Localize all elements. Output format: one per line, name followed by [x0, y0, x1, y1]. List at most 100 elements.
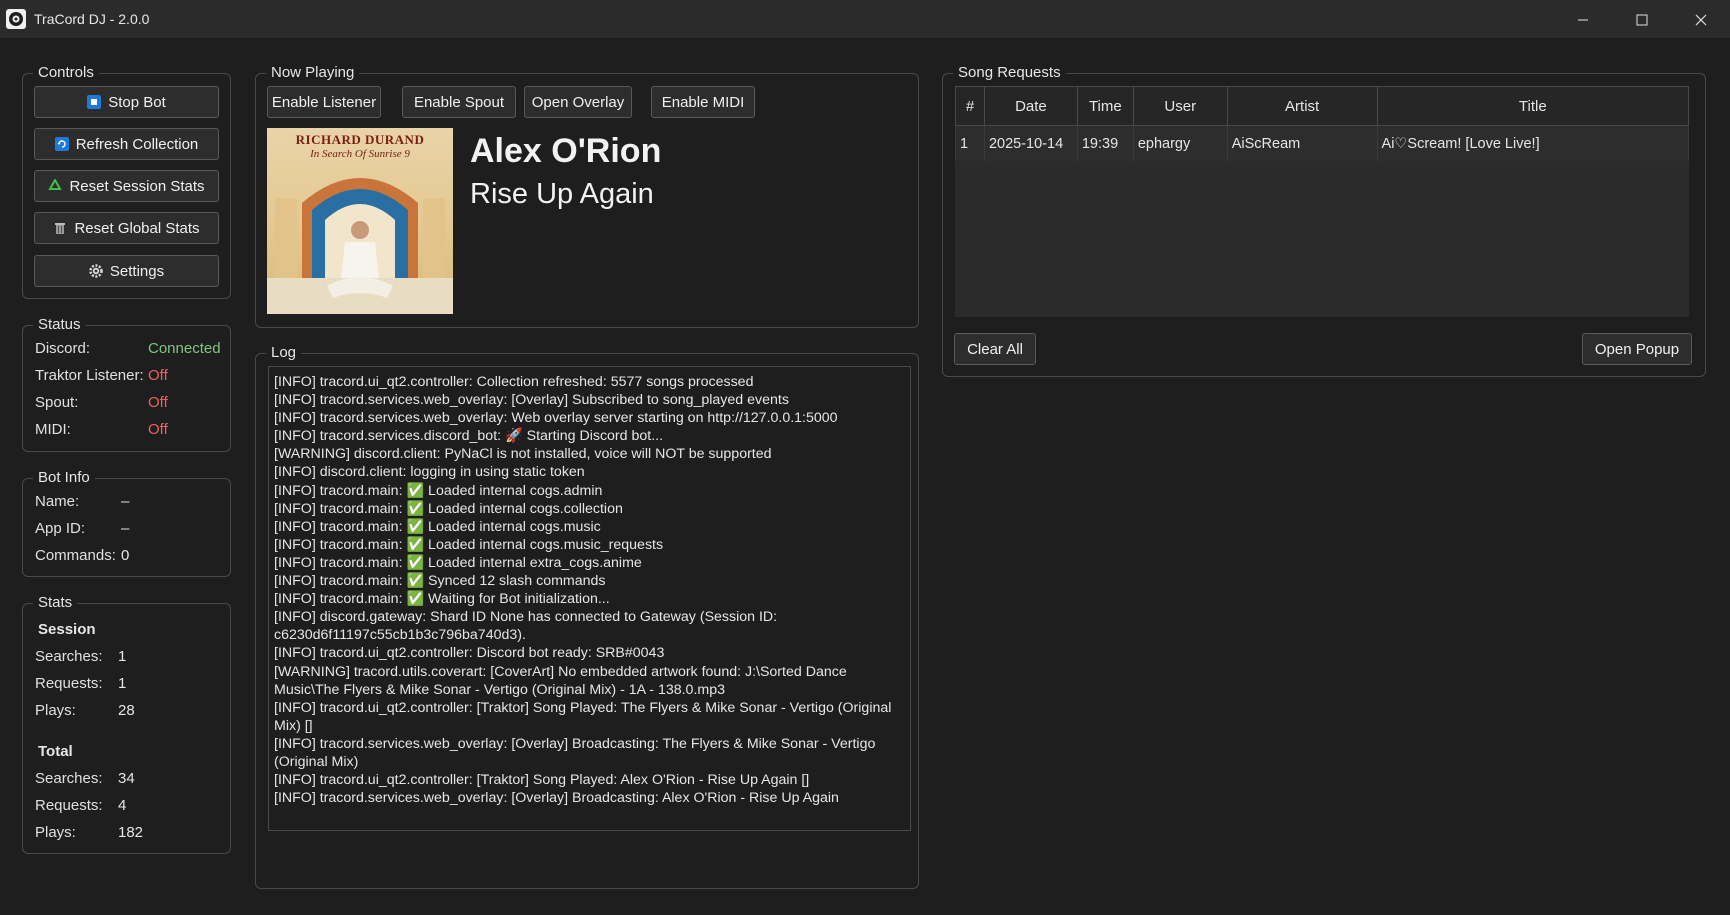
gear-icon: [89, 264, 103, 278]
log-line: [INFO] tracord.ui_qt2.controller: [Trakt…: [274, 772, 810, 789]
cell-title: Ai♡Scream! [Love Live!]: [1376, 125, 1690, 162]
enable-listener-label: Enable Listener: [271, 93, 377, 111]
reset-session-stats-button[interactable]: Reset Session Stats: [34, 170, 219, 202]
minimize-button[interactable]: [1553, 0, 1612, 39]
app-id-value: –: [121, 520, 130, 537]
table-empty-area: [955, 161, 1689, 317]
enable-spout-label: Enable Spout: [413, 93, 505, 111]
window-title: TraCord DJ - 2.0.0: [34, 11, 150, 27]
log-line: [INFO] tracord.services.web_overlay: Web…: [274, 410, 838, 427]
log-line: [WARNING] discord.client: PyNaCl is not …: [274, 446, 772, 463]
recycle-icon: [48, 179, 63, 193]
open-popup-button[interactable]: Open Popup: [1582, 333, 1692, 365]
total-searches-value: 34: [118, 770, 135, 787]
track-artist: Alex O'Rion: [470, 132, 662, 170]
log-line: [INFO] tracord.ui_qt2.controller: [Trakt…: [274, 699, 896, 734]
log-line: [INFO] tracord.main: ✅ Waiting for Bot i…: [274, 591, 610, 608]
log-line: [INFO] tracord.main: ✅ Loaded internal c…: [274, 500, 623, 517]
session-plays-value: 28: [118, 702, 135, 719]
settings-button[interactable]: Settings: [34, 255, 219, 287]
log-line: [INFO] tracord.services.web_overlay: [Ov…: [274, 790, 839, 807]
cell-time: 19:39: [1076, 125, 1134, 162]
cover-art-illustration: [267, 178, 453, 314]
traktor-status-label: Traktor Listener:: [35, 367, 144, 384]
title-bar: TraCord DJ - 2.0.0: [0, 0, 1730, 39]
session-searches-value: 1: [118, 648, 127, 665]
bot-info-title: Bot Info: [33, 469, 95, 487]
spout-status-value: Off: [148, 394, 168, 411]
settings-label: Settings: [109, 262, 165, 280]
open-overlay-button[interactable]: Open Overlay: [524, 86, 632, 118]
discord-status-label: Discord:: [35, 340, 91, 357]
stop-bot-button[interactable]: Stop Bot: [34, 86, 219, 118]
log-line: [INFO] discord.client: logging in using …: [274, 464, 585, 481]
log-line: [INFO] tracord.main: ✅ Synced 12 slash c…: [274, 573, 606, 590]
stats-group: Stats Session Searches: 1 Requests: 1 Play…: [22, 594, 231, 854]
cell-artist: AiScReam: [1226, 125, 1378, 162]
reset-global-stats-button[interactable]: Reset Global Stats: [34, 212, 219, 244]
log-title: Log: [266, 344, 302, 362]
log-line: [INFO] tracord.services.discord_bot: 🚀 S…: [274, 428, 664, 445]
song-requests-title: Song Requests: [953, 64, 1066, 82]
cell-number: 1: [955, 125, 985, 162]
bot-name-value: –: [121, 493, 130, 510]
clear-all-button[interactable]: Clear All: [954, 333, 1036, 365]
reset-session-stats-label: Reset Session Stats: [69, 177, 205, 195]
log-group: Log [INFO] tracord.ui_qt2.controller: Co…: [255, 344, 919, 889]
album-cover: RICHARD DURAND In Search Of Sunrise 9: [267, 128, 453, 314]
controls-group: Controls Stop Bot Refresh Collection Res…: [22, 64, 231, 299]
now-playing-title: Now Playing: [266, 64, 360, 82]
log-line: [INFO] tracord.main: ✅ Loaded internal c…: [274, 518, 601, 535]
log-line: [INFO] tracord.main: ✅ Loaded internal c…: [274, 536, 664, 553]
enable-listener-button[interactable]: Enable Listener: [267, 86, 381, 118]
log-line: [WARNING] tracord.utils.coverart: [Cover…: [274, 663, 851, 698]
column-header-user[interactable]: User: [1132, 86, 1228, 126]
cell-date: 2025-10-14: [983, 125, 1078, 162]
column-header-time[interactable]: Time: [1076, 86, 1134, 126]
song-requests-group: Song Requests # Date Time User Artist Ti…: [942, 64, 1706, 377]
refresh-collection-label: Refresh Collection: [75, 135, 199, 153]
controls-title: Controls: [33, 64, 99, 82]
total-requests-label: Requests:: [35, 797, 103, 814]
refresh-icon: [54, 137, 69, 151]
trash-icon: [53, 221, 67, 235]
session-heading: Session: [38, 621, 96, 638]
log-line: [INFO] tracord.ui_qt2.controller: Collec…: [274, 374, 754, 390]
session-plays-label: Plays:: [35, 702, 76, 719]
spout-status-label: Spout:: [35, 394, 79, 411]
log-output[interactable]: [INFO] tracord.ui_qt2.controller: Collec…: [268, 366, 911, 831]
session-requests-label: Requests:: [35, 675, 103, 692]
midi-status-label: MIDI:: [35, 421, 71, 438]
reset-global-stats-label: Reset Global Stats: [74, 219, 200, 237]
commands-value: 0: [121, 547, 130, 564]
column-header-date[interactable]: Date: [983, 86, 1078, 126]
clear-all-label: Clear All: [967, 340, 1023, 358]
minimize-icon: [1577, 19, 1588, 20]
enable-spout-button[interactable]: Enable Spout: [402, 86, 516, 118]
track-title: Rise Up Again: [470, 178, 654, 210]
midi-status-value: Off: [148, 421, 168, 438]
session-searches-label: Searches:: [35, 648, 103, 665]
bot-info-group: Bot Info Name: – App ID: – Commands: 0: [22, 469, 231, 577]
refresh-collection-button[interactable]: Refresh Collection: [34, 128, 219, 160]
maximize-button[interactable]: [1612, 0, 1671, 39]
close-button[interactable]: [1671, 0, 1730, 39]
enable-midi-button[interactable]: Enable MIDI: [651, 86, 755, 118]
total-heading: Total: [38, 743, 73, 760]
status-group: Status Discord: Connected Traktor Listene…: [22, 316, 231, 452]
table-row[interactable]: 1 2025-10-14 19:39 ephargy AiScReam Ai♡S…: [955, 125, 1690, 162]
stop-bot-label: Stop Bot: [108, 93, 166, 111]
column-header-artist[interactable]: Artist: [1226, 86, 1378, 126]
close-icon: [1695, 14, 1706, 25]
log-line: [INFO] tracord.main: ✅ Loaded internal c…: [274, 482, 603, 499]
open-overlay-label: Open Overlay: [531, 93, 625, 111]
column-header-number[interactable]: #: [955, 86, 985, 126]
column-header-title[interactable]: Title: [1376, 86, 1690, 126]
bot-name-label: Name:: [35, 493, 80, 510]
discord-status-value: Connected: [148, 340, 221, 357]
total-plays-label: Plays:: [35, 824, 76, 841]
stats-title: Stats: [33, 594, 78, 612]
total-searches-label: Searches:: [35, 770, 103, 787]
song-requests-table[interactable]: # Date Time User Artist Title 1 2025-10-…: [955, 86, 1690, 162]
total-plays-value: 182: [118, 824, 144, 841]
